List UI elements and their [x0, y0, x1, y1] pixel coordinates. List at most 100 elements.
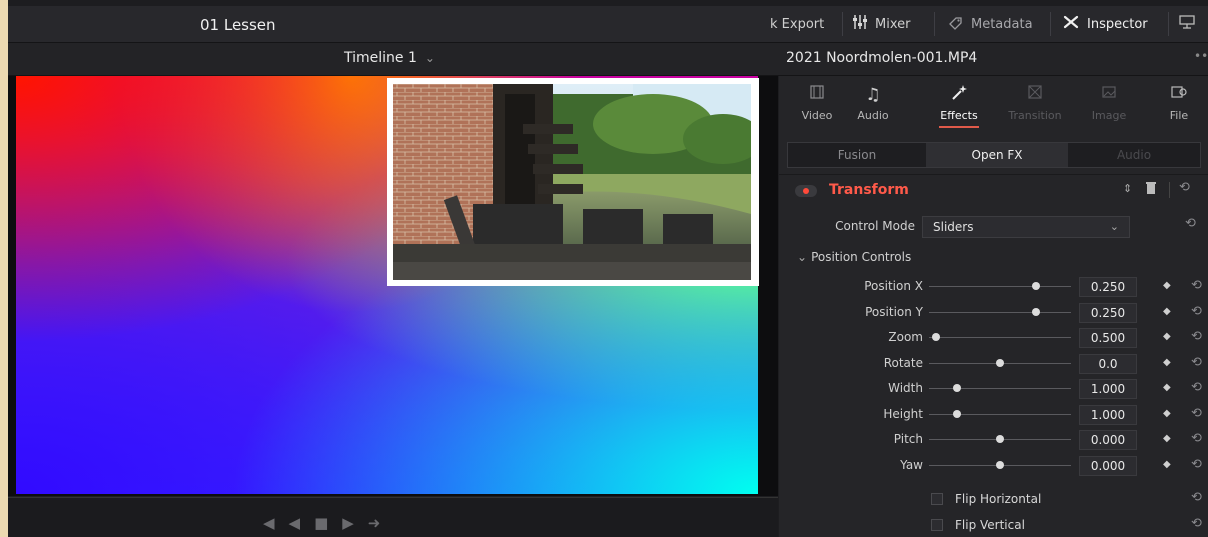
reset-control-mode-icon[interactable]: ⟲: [1185, 216, 1196, 231]
reset-effect-icon[interactable]: ⟲: [1179, 180, 1190, 195]
chevron-down-icon: ⌄: [424, 51, 435, 65]
subtab-open-fx[interactable]: Open FX: [926, 143, 1068, 167]
keyframe-icon[interactable]: ◆: [1163, 433, 1171, 444]
param-slider-handle[interactable]: [996, 358, 1004, 367]
param-slider-track[interactable]: [929, 286, 1071, 287]
tab-file[interactable]: File: [1151, 76, 1207, 132]
magic-wand-icon: [950, 84, 968, 106]
param-label: Position X: [864, 279, 923, 293]
keyframe-icon[interactable]: ◆: [1163, 306, 1171, 317]
keyframe-icon[interactable]: ◆: [1163, 331, 1171, 342]
metadata-label: Metadata: [971, 16, 1033, 32]
param-label: Height: [883, 406, 923, 421]
param-slider-handle[interactable]: [953, 409, 962, 418]
reset-param-icon[interactable]: ⟲: [1191, 355, 1202, 370]
image-icon: [1101, 84, 1117, 106]
keyframe-icon[interactable]: ◆: [1163, 280, 1171, 291]
tab-video[interactable]: Video: [789, 76, 845, 132]
effects-subtabs: Fusion Open FX Audio: [787, 142, 1201, 168]
param-row-rotate: Rotate 0.0 ◆ ⟲: [779, 353, 1208, 375]
inspector-panel: Video ♫ Audio Effects Transition Image F…: [779, 76, 1208, 537]
keyframe-icon[interactable]: ◆: [1163, 408, 1171, 419]
timeline-selector[interactable]: Timeline 1 ⌄: [344, 50, 435, 66]
reset-param-icon[interactable]: ⟲: [1191, 304, 1202, 319]
param-label: Yaw: [900, 457, 923, 472]
param-row-position-y: Position Y 0.250 ◆ ⟲: [779, 302, 1208, 324]
param-value-field[interactable]: 1.000: [1079, 379, 1137, 399]
control-mode-label: Control Mode: [835, 219, 915, 233]
param-slider-track[interactable]: [929, 311, 1071, 313]
file-icon: [1170, 84, 1188, 106]
active-tab-indicator: [939, 126, 979, 128]
param-label: Zoom: [888, 330, 923, 344]
flip-horizontal-checkbox[interactable]: [931, 493, 943, 505]
param-value-field[interactable]: 1.000: [1079, 404, 1137, 425]
param-slider-handle[interactable]: [1031, 282, 1040, 290]
tab-effects[interactable]: Effects: [931, 76, 987, 132]
param-value-field[interactable]: 0.500: [1079, 328, 1137, 348]
param-row-width: Width 1.000 ◆ ⟲: [779, 378, 1208, 400]
param-slider-track[interactable]: [929, 337, 1071, 338]
trash-icon[interactable]: [1145, 180, 1157, 199]
tab-audio[interactable]: ♫ Audio: [845, 76, 901, 132]
reset-param-icon[interactable]: ⟲: [1191, 278, 1202, 293]
param-label: Position Y: [865, 304, 923, 319]
viewer-header: Timeline 1 ⌄ 2021 Noordmolen-001.MP4 ••: [8, 43, 1208, 76]
tab-image: Image: [1081, 76, 1137, 132]
param-slider-track[interactable]: [929, 388, 1071, 389]
param-value-field[interactable]: 0.0: [1079, 353, 1137, 374]
position-controls-section[interactable]: ⌄ Position Controls: [797, 250, 911, 264]
expand-collapse-icon[interactable]: ⇕: [1123, 182, 1132, 195]
export-label: k Export: [770, 16, 825, 32]
transform-parameters: Position X 0.250 ◆ ⟲ Position Y 0.250 ◆ ⟲ Zoom 0.…: [779, 276, 1208, 496]
param-slider-track[interactable]: [929, 413, 1071, 415]
effect-enable-toggle[interactable]: [795, 185, 817, 197]
param-slider-handle[interactable]: [1031, 307, 1040, 316]
reset-param-icon[interactable]: ⟲: [1191, 431, 1202, 446]
param-slider-handle[interactable]: [953, 384, 962, 392]
tab-label: Transition: [1008, 109, 1062, 122]
control-mode-value: Sliders: [933, 220, 974, 234]
chevron-down-icon: ⌄: [1109, 220, 1119, 233]
param-value-field[interactable]: 0.250: [1079, 277, 1137, 297]
param-value-field[interactable]: 0.000: [1079, 430, 1137, 450]
param-value-field[interactable]: 0.000: [1079, 455, 1137, 476]
metadata-button[interactable]: Metadata: [948, 6, 1033, 42]
mixer-button[interactable]: Mixer: [852, 6, 910, 42]
param-slider-handle[interactable]: [996, 460, 1004, 469]
reset-param-icon[interactable]: ⟲: [1191, 329, 1202, 344]
keyframe-icon[interactable]: ◆: [1163, 357, 1171, 368]
subtab-fusion[interactable]: Fusion: [788, 143, 926, 167]
keyframe-icon[interactable]: ◆: [1163, 382, 1171, 393]
mixer-label: Mixer: [875, 16, 911, 32]
toolbar-divider: [1050, 12, 1051, 36]
reset-param-icon[interactable]: ⟲: [1191, 380, 1202, 395]
transport-controls-icon[interactable]: ◀◀■▶➜: [263, 514, 394, 532]
panel-toggle-button[interactable]: [1178, 6, 1196, 42]
tab-label: Audio: [857, 109, 889, 122]
reset-flip-vertical-icon[interactable]: ⟲: [1191, 516, 1202, 531]
more-options-icon[interactable]: ••: [1194, 49, 1208, 63]
control-mode-select[interactable]: Sliders ⌄: [922, 216, 1130, 238]
inspector-button[interactable]: Inspector: [1062, 6, 1148, 42]
chevron-down-icon: ⌄: [797, 250, 808, 264]
inspector-label: Inspector: [1087, 16, 1148, 32]
section-label: Position Controls: [811, 250, 912, 264]
toolbar-divider: [934, 12, 935, 36]
reset-param-icon[interactable]: ⟲: [1191, 457, 1202, 472]
tab-label: File: [1169, 109, 1189, 122]
reset-param-icon[interactable]: ⟲: [1191, 406, 1202, 421]
flip-vertical-checkbox[interactable]: [931, 519, 943, 531]
param-value-field[interactable]: 0.250: [1079, 302, 1137, 323]
keyframe-icon[interactable]: ◆: [1163, 459, 1171, 470]
reset-flip-horizontal-icon[interactable]: ⟲: [1191, 490, 1202, 505]
transformed-clip-frame[interactable]: [387, 78, 759, 286]
export-button[interactable]: k Export: [770, 6, 824, 42]
toggle-dot: [803, 188, 809, 194]
viewer[interactable]: [8, 76, 778, 496]
param-slider-handle[interactable]: [996, 435, 1004, 443]
tab-transition: Transition: [1007, 76, 1063, 132]
music-note-icon: ♫: [865, 85, 881, 105]
param-slider-handle[interactable]: [932, 333, 941, 341]
param-row-zoom: Zoom 0.500 ◆ ⟲: [779, 327, 1208, 349]
